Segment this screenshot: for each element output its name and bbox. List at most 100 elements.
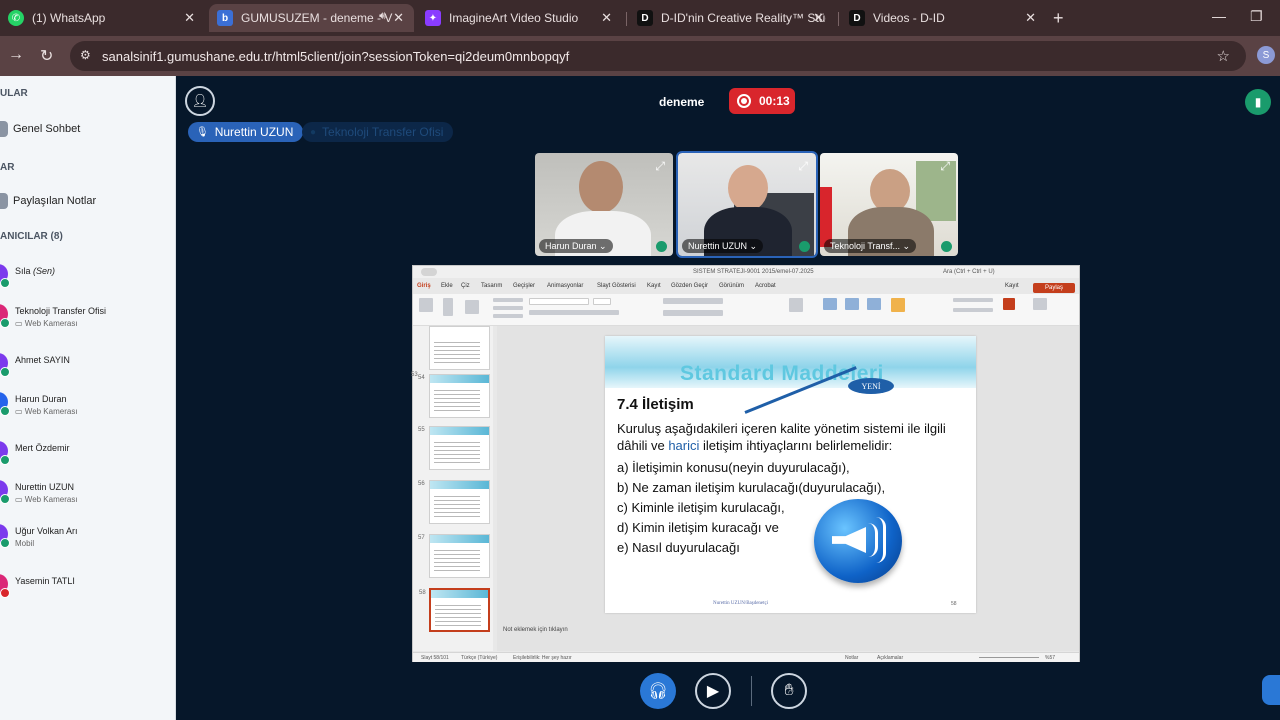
ribbon-tab[interactable]: Giriş	[417, 283, 431, 289]
connection-status-button[interactable]: ▮	[1245, 89, 1271, 115]
notes-placeholder[interactable]: Not eklemek için tıklayın	[503, 627, 568, 633]
minimize-icon[interactable]: —	[1212, 8, 1226, 24]
zoom-level[interactable]: %57	[1045, 655, 1055, 661]
slide-editing-area[interactable]: Standard Maddeleri YENİ 7.4 İletişim Kur…	[497, 326, 1079, 651]
dictate-icon[interactable]	[1003, 298, 1015, 310]
webcam-tile[interactable]: ⤢ Nurettin UZUN ⌄	[676, 151, 818, 258]
tab-did-videos[interactable]: D Videos - D-ID ✕	[841, 4, 1046, 32]
record-button[interactable]: Kayıt	[1005, 283, 1019, 289]
paragraph-buttons[interactable]	[663, 298, 723, 304]
user-list-item[interactable]: Sıla (Sen)	[0, 264, 176, 304]
ribbon-tab[interactable]: Görünüm	[719, 283, 744, 289]
ribbon-tab[interactable]: Geçişler	[513, 283, 535, 289]
notes-button[interactable]: Notlar	[845, 655, 858, 661]
search-box[interactable]: Ara (Ctrl + Ctrl + U)	[943, 269, 995, 275]
ribbon-tab[interactable]: Gözden Geçir	[671, 283, 708, 289]
fullscreen-icon[interactable]: ⤢	[798, 159, 808, 174]
ribbon-tab[interactable]: Acrobat	[755, 283, 776, 289]
section-button[interactable]	[493, 314, 523, 318]
create-pdf-icon[interactable]	[1033, 298, 1047, 310]
close-tab-icon[interactable]: ✕	[184, 10, 195, 26]
shared-notes-item[interactable]: Paylaşılan Notlar	[0, 193, 96, 209]
user-list-item[interactable]: Ahmet SAYIN	[0, 353, 176, 393]
slide-thumbnail[interactable]: 54	[418, 374, 490, 418]
slide-thumbnail[interactable]: 56	[418, 480, 490, 524]
user-list-toggle-button[interactable]: 👤︎	[185, 86, 215, 116]
close-tab-icon[interactable]: ✕	[1025, 10, 1036, 26]
textbox-icon[interactable]	[867, 298, 881, 310]
ribbon-tab[interactable]: Kayıt	[647, 283, 661, 289]
video-button[interactable]: ▶	[695, 673, 731, 709]
current-slide[interactable]: Standard Maddeleri YENİ 7.4 İletişim Kur…	[605, 336, 976, 613]
chat-toggle-button[interactable]	[1262, 675, 1280, 705]
zoom-slider[interactable]	[979, 657, 1039, 658]
site-info-icon[interactable]: ⚙	[80, 48, 96, 64]
recording-indicator[interactable]: 00:13	[729, 88, 795, 114]
user-list-item[interactable]: Nurettin UZUN ▭ Web Kamerası	[0, 480, 176, 520]
bookmark-star-icon[interactable]: ☆	[1217, 47, 1230, 65]
webcam-name[interactable]: Teknoloji Transf... ⌄	[824, 239, 917, 253]
fullscreen-icon[interactable]: ⤢	[655, 159, 665, 174]
tab-whatsapp[interactable]: ✆ (1) WhatsApp ✕	[0, 4, 205, 32]
forward-icon[interactable]: →	[8, 46, 24, 64]
ribbon-tab[interactable]: Tasarım	[481, 283, 502, 289]
layout-button[interactable]	[493, 298, 523, 302]
slide-thumbnail-pane[interactable]: 54 55 56 57 58 53	[411, 326, 493, 651]
language-status[interactable]: Türkçe (Türkiye)	[461, 655, 497, 661]
omnibox[interactable]: ⚙ sanalsinif1.gumushane.edu.tr/html5clie…	[70, 41, 1246, 71]
font-format-buttons[interactable]	[529, 310, 619, 315]
user-list-item[interactable]: Uğur Volkan Arı Mobil	[0, 524, 176, 564]
comments-button[interactable]: Açıklamalar	[877, 655, 903, 661]
talking-indicator[interactable]: ● Teknoloji Transfer Ofisi	[302, 122, 454, 142]
slide-thumbnail-selected[interactable]: 58	[419, 588, 490, 632]
arrange-icon[interactable]	[891, 298, 905, 312]
user-list-item[interactable]: Harun Duran ▭ Web Kamerası	[0, 392, 176, 432]
slide-thumbnail[interactable]	[429, 326, 490, 370]
autosave-toggle[interactable]	[421, 268, 437, 276]
user-list-item[interactable]: Yasemin TATLI	[0, 574, 176, 614]
slide-thumbnail[interactable]: 57	[418, 534, 490, 578]
profile-avatar[interactable]: S	[1257, 46, 1275, 64]
new-slide-icon[interactable]	[465, 300, 479, 314]
font-name-select[interactable]	[529, 298, 589, 305]
raise-hand-button[interactable]: ✋︎	[771, 673, 807, 709]
slide-thumbnail[interactable]: 55	[418, 426, 490, 470]
maximize-icon[interactable]: ❐	[1250, 8, 1263, 25]
tab-imagineart[interactable]: ✦ ImagineArt Video Studio ✕	[417, 4, 622, 32]
reset-button[interactable]	[493, 306, 523, 310]
clipboard-icon[interactable]	[443, 298, 453, 316]
close-tab-icon[interactable]: ✕	[813, 10, 824, 26]
ribbon-tab[interactable]: Çiz	[461, 283, 470, 289]
public-chat-item[interactable]: Genel Sohbet	[0, 121, 80, 137]
url-text[interactable]: sanalsinif1.gumushane.edu.tr/html5client…	[102, 49, 569, 64]
screenshare-view[interactable]: SISTEM STRATEJI-9001 2015/emel-07.2025 A…	[411, 265, 1080, 662]
find-button[interactable]	[953, 298, 993, 302]
ribbon-tab[interactable]: Slayt Gösterisi	[597, 283, 636, 289]
webcam-tile[interactable]: ⤢ Teknoloji Transf... ⌄	[820, 153, 958, 256]
tab-did-creative[interactable]: D D-ID'nin Creative Reality™ Stüd ✕	[629, 4, 834, 32]
audio-button[interactable]: 🎧︎	[640, 673, 676, 709]
share-button[interactable]: Paylaş	[1033, 283, 1075, 293]
speaker-icon[interactable]: 🔊︎	[379, 10, 386, 23]
ribbon-tab[interactable]: Animasyonlar	[547, 283, 583, 289]
accessibility-status[interactable]: Erişilebilirlik: Her şey hazır	[513, 655, 572, 661]
user-list-item[interactable]: Teknoloji Transfer Ofisi ▭ Web Kamerası	[0, 304, 176, 344]
paste-icon[interactable]	[419, 298, 433, 312]
talking-indicator[interactable]: 🎙︎ Nurettin UZUN	[188, 122, 304, 142]
select-button[interactable]	[953, 308, 993, 312]
webcam-name[interactable]: Harun Duran ⌄	[539, 239, 613, 253]
alignment-buttons[interactable]	[663, 310, 723, 316]
user-list-item[interactable]: Mert Özdemir	[0, 441, 176, 481]
ribbon-tab[interactable]: Ekle	[441, 283, 453, 289]
picture-icon[interactable]	[823, 298, 837, 310]
reload-icon[interactable]: ↻	[40, 46, 53, 66]
shapes-icon[interactable]	[845, 298, 859, 310]
webcam-tile[interactable]: ⤢ Harun Duran ⌄	[535, 153, 673, 256]
font-size-select[interactable]	[593, 298, 611, 305]
close-tab-icon[interactable]: ✕	[393, 10, 404, 26]
fullscreen-icon[interactable]: ⤢	[940, 159, 950, 174]
designer-icon[interactable]	[789, 298, 803, 312]
new-tab-button[interactable]: +	[1053, 8, 1064, 29]
tab-gumusuzem[interactable]: b GUMUSUZEM - deneme - V 🔊︎ ✕	[209, 4, 414, 32]
webcam-name[interactable]: Nurettin UZUN ⌄	[682, 239, 764, 253]
